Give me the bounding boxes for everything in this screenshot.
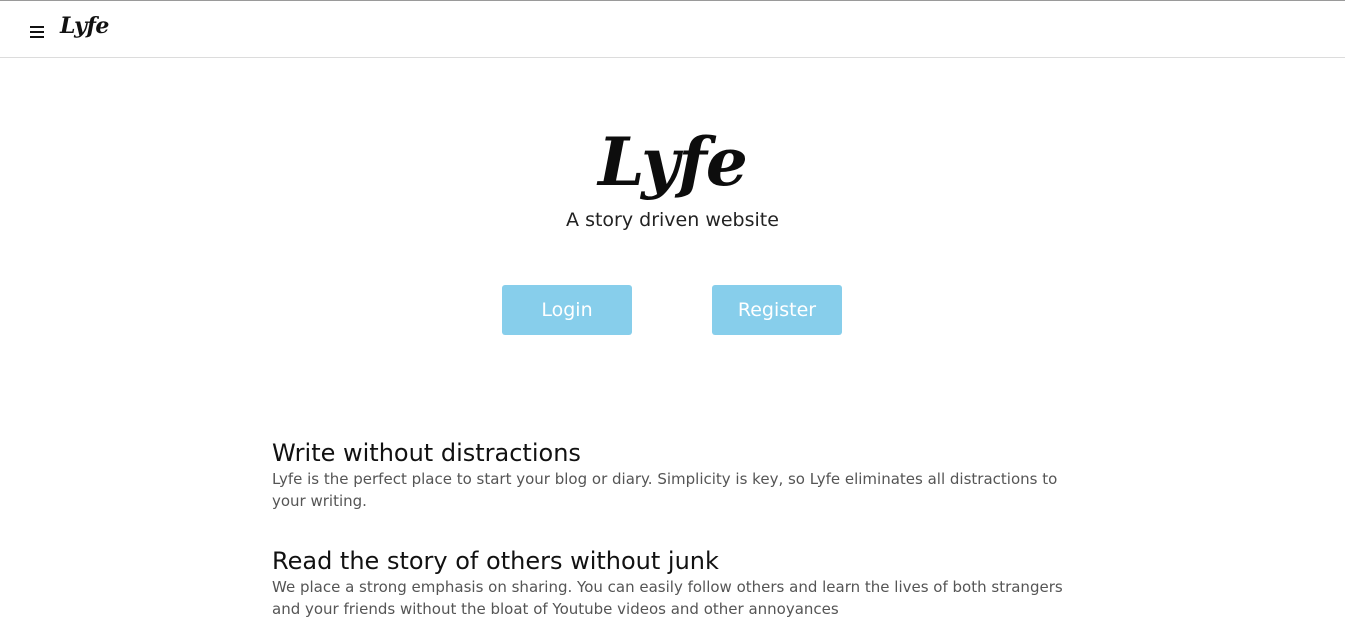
feature-title: Write without distractions	[272, 439, 581, 467]
feature-title: Read the story of others without junk	[272, 547, 719, 575]
feature-section: Write without distractions Lyfe is the p…	[272, 438, 1072, 512]
feature-section: Read the story of others without junk We…	[272, 546, 1072, 620]
login-button[interactable]: Login	[502, 285, 632, 335]
feature-description: We place a strong emphasis on sharing. Y…	[272, 578, 1063, 618]
feature-description: Lyfe is the perfect place to start your …	[272, 470, 1058, 510]
hero-tagline: A story driven website	[566, 209, 779, 231]
hero-logo: Lyfe	[598, 123, 748, 201]
navbar-logo[interactable]: Lyfe	[60, 13, 109, 39]
hamburger-menu-icon[interactable]	[30, 26, 44, 38]
register-button[interactable]: Register	[712, 285, 842, 335]
navbar: Lyfe	[0, 1, 1345, 58]
